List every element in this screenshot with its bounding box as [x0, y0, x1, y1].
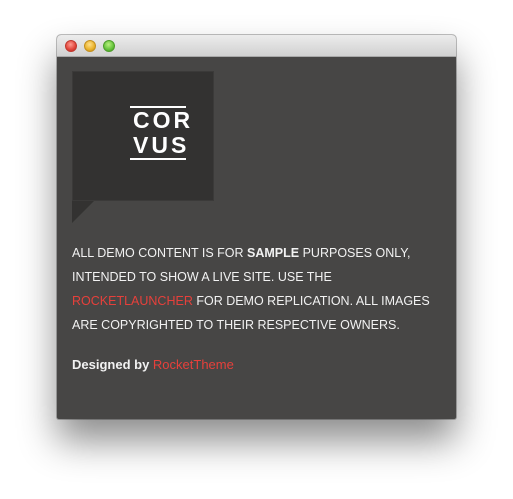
notice-text-2: purposes only,	[299, 246, 411, 260]
logo-panel[interactable]: COR VUS	[72, 71, 214, 201]
notice-text-1: All demo content is for	[72, 246, 248, 260]
demo-content-notice: All demo content is for sample purposes …	[72, 241, 452, 337]
minimize-window-button[interactable]	[84, 40, 96, 52]
notice-text-4: for demo replication. All images	[192, 294, 430, 308]
rocketlauncher-link[interactable]: RocketLauncher	[72, 294, 193, 308]
zoom-window-button[interactable]	[103, 40, 115, 52]
logo-bottom-rule	[130, 158, 186, 160]
notice-text-3: intended to show a live site. Use the	[72, 270, 332, 284]
close-window-button[interactable]	[65, 40, 77, 52]
app-window: COR VUS All demo content is for sample p…	[57, 35, 456, 419]
notice-bold-sample: sample	[247, 246, 300, 260]
logo-panel-tail	[72, 201, 94, 223]
credit-prefix: Designed by	[72, 357, 150, 372]
designer-credit: Designed by RocketTheme	[72, 355, 432, 375]
title-bar	[57, 35, 456, 57]
content-area: COR VUS All demo content is for sample p…	[57, 57, 456, 419]
logo-text-line-1: COR	[133, 107, 194, 133]
notice-text-5: are copyrighted to their respective owne…	[72, 318, 400, 332]
logo-text-line-2: VUS	[133, 132, 190, 158]
corvus-logo: COR VUS	[130, 106, 194, 166]
rockettheme-link[interactable]: RocketTheme	[153, 357, 234, 372]
